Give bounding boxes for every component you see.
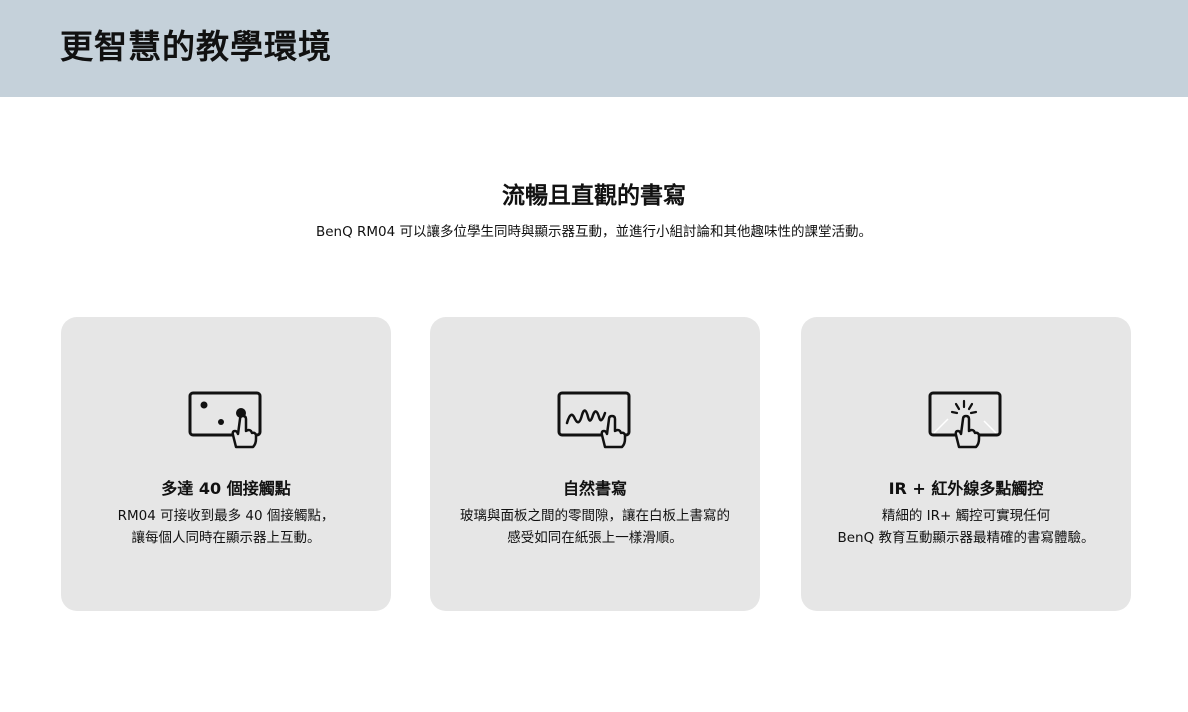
feature-card-description: 玻璃與面板之間的零間隙，讓在白板上書寫的 感受如同在紙張上一樣滑順。	[430, 505, 760, 549]
section-title: 流暢且直觀的書寫	[502, 183, 686, 209]
feature-card-description-line: BenQ 教育互動顯示器最精確的書寫體驗。	[837, 530, 1095, 546]
ir-touch-icon	[928, 391, 1002, 449]
feature-card-description-line: 感受如同在紙張上一樣滑順。	[507, 530, 683, 546]
feature-card-natural-writing: 自然書寫 玻璃與面板之間的零間隙，讓在白板上書寫的 感受如同在紙張上一樣滑順。	[430, 317, 760, 611]
section-subtitle: BenQ RM04 可以讓多位學生同時與顯示器互動，並進行小組討論和其他趣味性的…	[315, 224, 873, 240]
feature-card-title: IR + 紅外線多點觸控	[888, 479, 1044, 498]
feature-card-title: 自然書寫	[562, 479, 627, 498]
feature-card-description-line: RM04 可接收到最多 40 個接觸點，	[117, 508, 335, 524]
feature-card-description-line: 讓每個人同時在顯示器上互動。	[131, 530, 321, 546]
page-banner: 更智慧的教學環境	[0, 0, 1188, 97]
feature-card-ir-touch: IR + 紅外線多點觸控 精細的 IR+ 觸控可實現任何 BenQ 教育互動顯示…	[801, 317, 1131, 611]
handwriting-icon	[557, 391, 631, 449]
feature-card-touch-points: 多達 40 個接觸點 RM04 可接收到最多 40 個接觸點， 讓每個人同時在顯…	[61, 317, 391, 611]
multi-touch-points-icon	[188, 391, 262, 449]
feature-card-title: 多達 40 個接觸點	[161, 479, 291, 498]
page-title: 更智慧的教學環境	[60, 27, 332, 66]
feature-card-description: 精細的 IR+ 觸控可實現任何 BenQ 教育互動顯示器最精確的書寫體驗。	[801, 505, 1131, 549]
feature-card-description: RM04 可接收到最多 40 個接觸點， 讓每個人同時在顯示器上互動。	[61, 505, 391, 549]
feature-card-description-line: 玻璃與面板之間的零間隙，讓在白板上書寫的	[460, 508, 730, 524]
feature-card-description-line: 精細的 IR+ 觸控可實現任何	[881, 508, 1051, 524]
